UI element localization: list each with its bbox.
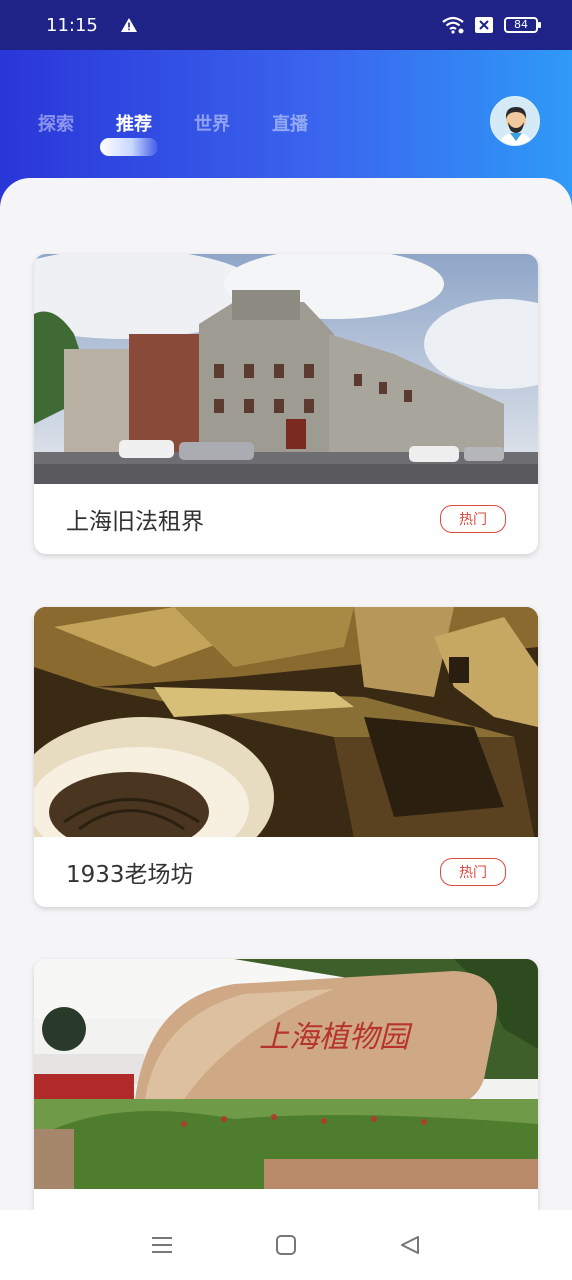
tab-explore[interactable]: 探索 — [38, 110, 74, 136]
home-square-icon[interactable] — [275, 1234, 297, 1256]
card-footer: 1933老场坊 热门 — [34, 837, 538, 907]
status-time: 11:15 — [46, 14, 98, 36]
system-nav-bar — [0, 1210, 572, 1280]
tab-world[interactable]: 世界 — [194, 110, 230, 136]
user-avatar-icon[interactable] — [490, 96, 540, 146]
wifi-icon — [442, 16, 464, 34]
tab-bar: 探索 推荐 世界 直播 — [38, 110, 308, 156]
status-right: 84 — [442, 16, 541, 34]
warning-icon — [120, 17, 138, 33]
stone-inscription: 上海植物园 — [259, 1021, 413, 1054]
tab-live[interactable]: 直播 — [272, 110, 308, 136]
concrete-architecture-interior-photo — [34, 607, 538, 837]
tab-active-indicator — [100, 138, 158, 156]
tab-recommend-label: 推荐 — [116, 114, 152, 135]
card-footer: 上海旧法租界 热门 — [34, 484, 538, 554]
status-bar: 11:15 84 — [0, 0, 572, 50]
status-left: 11:15 — [46, 15, 138, 36]
menu-icon[interactable] — [151, 1235, 173, 1255]
hot-badge: 热门 — [440, 858, 506, 886]
place-card[interactable]: 1933老场坊 热门 — [34, 607, 538, 907]
sim-off-icon — [474, 16, 494, 34]
botanical-garden-stone-photo: 上海植物园 — [34, 959, 538, 1189]
card-title: 上海旧法租界 — [66, 509, 204, 535]
place-card[interactable]: 上海旧法租界 热门 — [34, 254, 538, 554]
card-title: 1933老场坊 — [66, 862, 194, 888]
place-card[interactable]: 上海植物园 — [34, 959, 538, 1210]
back-triangle-icon[interactable] — [399, 1234, 421, 1256]
battery-icon: 84 — [504, 17, 541, 33]
hot-badge: 热门 — [440, 505, 506, 533]
stone-buildings-street-photo — [34, 254, 538, 484]
tab-recommend[interactable]: 推荐 — [100, 110, 158, 156]
